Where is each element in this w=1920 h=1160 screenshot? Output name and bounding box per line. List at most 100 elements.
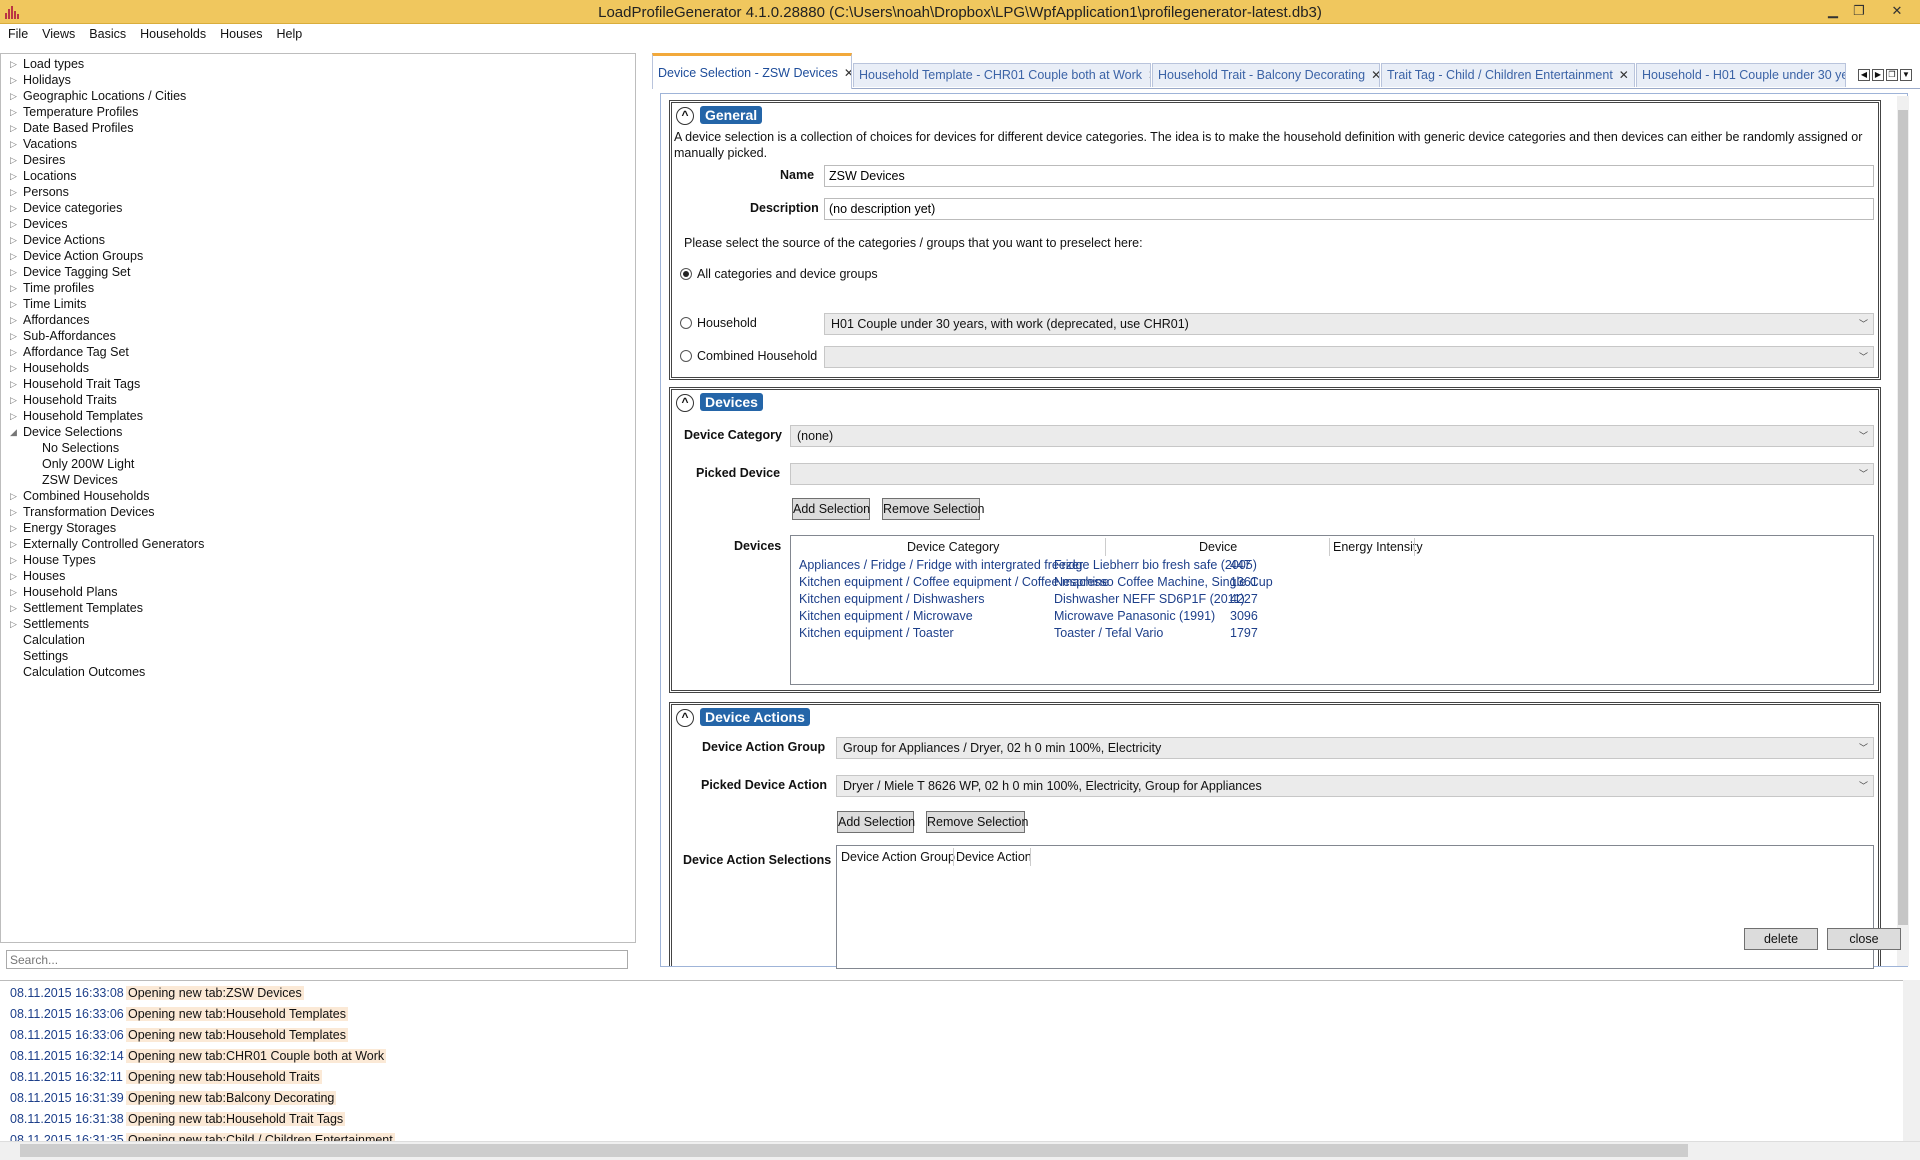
tree-item[interactable]: ▷ Household Templates <box>1 408 631 424</box>
household-select[interactable]: H01 Couple under 30 years, with work (de… <box>824 313 1874 335</box>
column-header[interactable]: Device Action Group <box>841 850 955 864</box>
collapsed-arrow-icon[interactable]: ▷ <box>10 616 17 632</box>
table-cell[interactable]: Appliances / Fridge / Fridge with interg… <box>799 558 1083 572</box>
tree-item[interactable]: ▷ Settlements <box>1 616 631 632</box>
description-field[interactable] <box>824 198 1874 220</box>
tree-item[interactable]: ▷ Externally Controlled Generators <box>1 536 631 552</box>
menu-houses[interactable]: Houses <box>213 24 269 44</box>
radio-all-categories[interactable] <box>680 268 692 280</box>
tree-item[interactable]: ▷ Persons <box>1 184 631 200</box>
tree-item[interactable]: ▷ Device Actions <box>1 232 631 248</box>
tree-item[interactable]: Calculation Outcomes <box>1 664 631 680</box>
close-icon[interactable]: ✕ <box>844 66 851 80</box>
tree-item[interactable]: ▷ Household Trait Tags <box>1 376 631 392</box>
tree-item[interactable]: ▷ Transformation Devices <box>1 504 631 520</box>
column-separator[interactable] <box>1414 538 1415 556</box>
tree-item[interactable]: ▷ Affordances <box>1 312 631 328</box>
radio-household-label[interactable]: Household <box>697 316 757 330</box>
tab-scroll-left-icon[interactable]: ◀ <box>1858 69 1870 81</box>
tree-item[interactable]: ▷ Load types <box>1 56 631 72</box>
tree-item[interactable]: ZSW Devices <box>1 472 631 488</box>
column-separator[interactable] <box>1105 538 1106 556</box>
collapsed-arrow-icon[interactable]: ▷ <box>10 56 17 72</box>
collapse-icon[interactable]: ^ <box>676 107 694 125</box>
devices-grid[interactable]: Device Category Device Energy Intensity … <box>790 535 1874 685</box>
tree-item[interactable]: ▷ Time Limits <box>1 296 631 312</box>
table-cell[interactable]: Dishwasher NEFF SD6P1F (2011) <box>1054 592 1245 606</box>
content-scrollbar-thumb[interactable] <box>1898 110 1908 925</box>
collapsed-arrow-icon[interactable]: ▷ <box>10 568 17 584</box>
collapsed-arrow-icon[interactable]: ▷ <box>10 552 17 568</box>
collapsed-arrow-icon[interactable]: ▷ <box>10 280 17 296</box>
tree-item[interactable]: ▷ Device Tagging Set <box>1 264 631 280</box>
collapsed-arrow-icon[interactable]: ▷ <box>10 232 17 248</box>
table-cell[interactable]: Kitchen equipment / Dishwashers <box>799 592 985 606</box>
collapse-icon[interactable]: ^ <box>676 709 694 727</box>
tab-household[interactable]: Household - H01 Couple under 30 years <box>1636 63 1846 87</box>
remove-device-selection-button[interactable]: Remove Selection <box>882 498 984 520</box>
tree-item[interactable]: ▷ Date Based Profiles <box>1 120 631 136</box>
column-header[interactable]: Device <box>1199 540 1237 554</box>
combined-household-select[interactable]: ﹀ <box>824 346 1874 368</box>
device-action-group-select[interactable]: Group for Appliances / Dryer, 02 h 0 min… <box>836 737 1874 759</box>
close-icon[interactable]: ✕ <box>1619 68 1629 82</box>
add-action-selection-button[interactable]: Add Selection <box>837 811 915 833</box>
column-separator[interactable] <box>1030 848 1031 866</box>
collapsed-arrow-icon[interactable]: ▷ <box>10 360 17 376</box>
collapsed-arrow-icon[interactable]: ▷ <box>10 200 17 216</box>
collapsed-arrow-icon[interactable]: ▷ <box>10 408 17 424</box>
column-header[interactable]: Energy Intensity <box>1333 540 1423 554</box>
tree-item[interactable]: ▷ Vacations <box>1 136 631 152</box>
collapsed-arrow-icon[interactable]: ▷ <box>10 376 17 392</box>
tree-item[interactable]: ▷ Household Traits <box>1 392 631 408</box>
collapsed-arrow-icon[interactable]: ▷ <box>10 72 17 88</box>
collapsed-arrow-icon[interactable]: ▷ <box>10 184 17 200</box>
tree-item[interactable]: Only 200W Light <box>1 456 631 472</box>
table-cell[interactable]: 3096 <box>1230 609 1258 623</box>
radio-combined-household[interactable] <box>680 350 692 362</box>
tree-item[interactable]: ▷ Device Action Groups <box>1 248 631 264</box>
tree-item[interactable]: ▷ Holidays <box>1 72 631 88</box>
device-action-selections-grid[interactable]: Device Action Group Device Action <box>836 845 1874 969</box>
device-category-select[interactable]: (none) ﹀ <box>790 425 1874 447</box>
collapsed-arrow-icon[interactable]: ▷ <box>10 216 17 232</box>
collapsed-arrow-icon[interactable]: ▷ <box>10 536 17 552</box>
collapsed-arrow-icon[interactable]: ▷ <box>10 392 17 408</box>
table-cell[interactable]: 1797 <box>1230 626 1258 640</box>
tree-item[interactable]: ▷ Houses <box>1 568 631 584</box>
add-device-selection-button[interactable]: Add Selection <box>792 498 870 520</box>
name-field[interactable] <box>824 165 1874 187</box>
table-cell[interactable]: 4227 <box>1230 592 1258 606</box>
tree-item[interactable]: ▷ Temperature Profiles <box>1 104 631 120</box>
search-input[interactable] <box>6 950 628 969</box>
collapsed-arrow-icon[interactable]: ▷ <box>10 152 17 168</box>
collapsed-arrow-icon[interactable]: ▷ <box>10 136 17 152</box>
collapse-icon[interactable]: ^ <box>676 394 694 412</box>
tree-item[interactable]: ▷ Household Plans <box>1 584 631 600</box>
collapsed-arrow-icon[interactable]: ▷ <box>10 296 17 312</box>
collapsed-arrow-icon[interactable]: ▷ <box>10 504 17 520</box>
collapsed-arrow-icon[interactable]: ▷ <box>10 344 17 360</box>
collapsed-arrow-icon[interactable]: ▷ <box>10 600 17 616</box>
table-cell[interactable]: Kitchen equipment / Microwave <box>799 609 973 623</box>
column-separator[interactable] <box>1329 538 1330 556</box>
tree-item[interactable]: ▷ House Types <box>1 552 631 568</box>
tree-item[interactable]: Settings <box>1 648 631 664</box>
tab-scroll-right-icon[interactable]: ▶ <box>1872 69 1884 81</box>
tree-item[interactable]: ▷ Energy Storages <box>1 520 631 536</box>
tree-item[interactable]: ◢ Device Selections <box>1 424 631 440</box>
radio-household[interactable] <box>680 317 692 329</box>
tree-item[interactable]: ▷ Combined Households <box>1 488 631 504</box>
radio-combined-label[interactable]: Combined Household <box>697 349 817 363</box>
close-icon[interactable]: ✕ <box>1148 68 1150 82</box>
picked-device-select[interactable]: ﹀ <box>790 463 1874 485</box>
tree-item[interactable]: No Selections <box>1 440 631 456</box>
collapsed-arrow-icon[interactable]: ▷ <box>10 120 17 136</box>
menu-file[interactable]: File <box>0 24 35 44</box>
tree-item[interactable]: ▷ Sub-Affordances <box>1 328 631 344</box>
table-cell[interactable]: Kitchen equipment / Toaster <box>799 626 954 640</box>
tree-item[interactable]: ▷ Devices <box>1 216 631 232</box>
remove-action-selection-button[interactable]: Remove Selection <box>926 811 1028 833</box>
menu-basics[interactable]: Basics <box>82 24 133 44</box>
table-cell[interactable]: Toaster / Tefal Vario <box>1054 626 1163 640</box>
